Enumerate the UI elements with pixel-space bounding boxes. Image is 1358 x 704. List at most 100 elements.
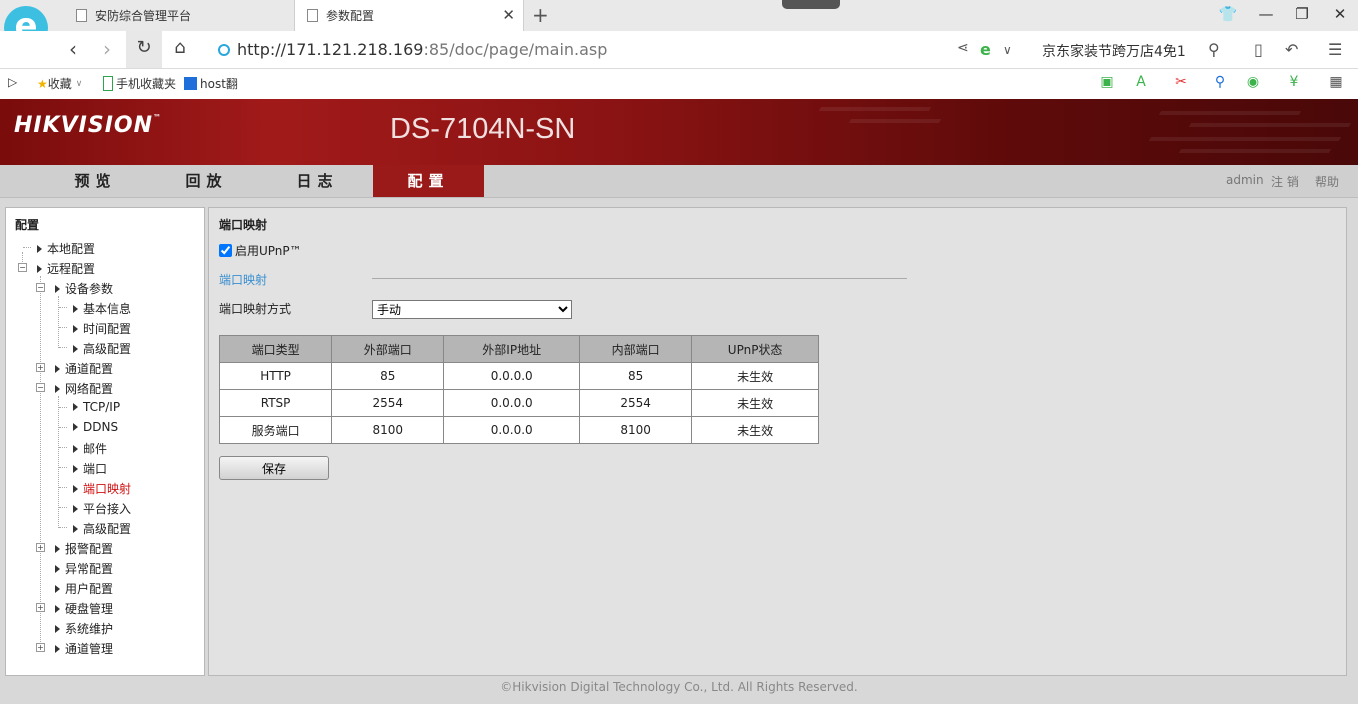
zoom-icon[interactable]: ⚲ xyxy=(1211,73,1229,91)
tree-node-local-config[interactable]: 本地配置 xyxy=(37,240,95,257)
expand-icon[interactable]: + xyxy=(36,543,45,552)
restore-icon[interactable]: ❐ xyxy=(1292,5,1312,23)
url-host: http://171.121.218.169 xyxy=(237,40,424,59)
forward-icon[interactable]: › xyxy=(95,37,119,61)
browser-tab-config[interactable]: 参数配置 ✕ xyxy=(294,0,524,31)
expand-icon[interactable]: + xyxy=(36,603,45,612)
cell-upnp-status: 未生效 xyxy=(691,389,819,417)
help-link[interactable]: 帮助 xyxy=(1315,173,1339,190)
col-port-type: 端口类型 xyxy=(218,335,333,363)
tree-node-basic-info[interactable]: 基本信息 xyxy=(73,300,131,317)
site-info-icon[interactable] xyxy=(218,43,230,56)
bookmark-label: host翻 xyxy=(200,77,238,91)
document-icon xyxy=(76,9,87,22)
reload-icon[interactable]: ↻ xyxy=(132,37,156,58)
bookmark-icon xyxy=(184,77,197,90)
tree-node-advanced-network[interactable]: 高级配置 xyxy=(73,520,131,537)
mapping-mode-select[interactable]: 手动 xyxy=(372,300,572,319)
tree-node-platform-access[interactable]: 平台接入 xyxy=(73,500,131,517)
sidebar-toggle-icon[interactable]: ▷ xyxy=(8,75,17,89)
window-handle xyxy=(782,0,840,9)
bookmark-host[interactable]: host翻 xyxy=(184,75,238,92)
reader-icon[interactable]: ▣ xyxy=(1098,73,1116,91)
close-tab-icon[interactable]: ✕ xyxy=(502,6,515,24)
table-row: HTTP 85 0.0.0.0 85 未生效 xyxy=(218,362,819,390)
tab-preview[interactable]: 预览 xyxy=(40,165,151,197)
bookmark-favorites[interactable]: ★ 收藏 ∨ xyxy=(37,75,82,92)
search-icon[interactable]: ⚲ xyxy=(1208,40,1220,59)
new-tab-icon[interactable]: + xyxy=(532,3,549,27)
close-window-icon[interactable]: ✕ xyxy=(1330,5,1350,23)
cell-upnp-status: 未生效 xyxy=(691,416,819,444)
tree-node-email[interactable]: 邮件 xyxy=(73,440,107,457)
cell-external-port[interactable]: 8100 xyxy=(331,416,445,444)
tree-node-user-config[interactable]: 用户配置 xyxy=(55,580,113,597)
bookmark-mobile[interactable]: 手机收藏夹 xyxy=(103,75,176,92)
collapse-icon[interactable]: − xyxy=(36,283,45,292)
tree-node-alarm-config[interactable]: 报警配置 xyxy=(55,540,113,557)
tree-node-system-maintenance[interactable]: 系统维护 xyxy=(55,620,113,637)
cell-upnp-status: 未生效 xyxy=(691,362,819,390)
share-icon[interactable]: ⋖ xyxy=(957,40,969,56)
chevron-down-icon[interactable]: ∨ xyxy=(1003,43,1012,57)
browser-tab-platform[interactable]: 安防综合管理平台 xyxy=(68,0,294,31)
cell-external-port[interactable]: 2554 xyxy=(331,389,445,417)
tree-node-device-params[interactable]: 设备参数 xyxy=(55,280,113,297)
url-path: :85/doc/page/main.asp xyxy=(423,40,608,59)
save-button[interactable]: 保存 xyxy=(219,456,329,480)
tree-title: 配置 xyxy=(15,218,40,232)
yuan-icon[interactable]: ¥ xyxy=(1285,73,1303,91)
tree-node-exception-config[interactable]: 异常配置 xyxy=(55,560,113,577)
translate-icon[interactable]: A xyxy=(1132,73,1150,91)
brand-text: HIKVISION xyxy=(14,113,154,138)
cell-external-ip: 0.0.0.0 xyxy=(443,416,581,444)
chevron-down-icon: ∨ xyxy=(75,78,83,89)
screenshot-icon[interactable]: ✂ xyxy=(1172,73,1190,91)
tree-node-remote-config[interactable]: 远程配置 xyxy=(37,260,95,277)
mapping-mode-label: 端口映射方式 xyxy=(219,302,292,316)
cell-port-type: HTTP xyxy=(218,362,333,390)
bookmark-label: 收藏 xyxy=(47,77,72,91)
cell-external-ip: 0.0.0.0 xyxy=(443,362,581,390)
tree-node-channel-management[interactable]: 通道管理 xyxy=(55,640,113,657)
tab-playback[interactable]: 回放 xyxy=(151,165,262,197)
apps-icon[interactable]: ▦ xyxy=(1327,73,1345,91)
back-icon[interactable]: ‹ xyxy=(61,37,85,61)
tree-node-port[interactable]: 端口 xyxy=(73,460,107,477)
search-input[interactable]: 京东家装节跨万店4免1 xyxy=(1042,41,1186,61)
tree-node-ddns[interactable]: DDNS xyxy=(73,420,118,434)
tree-node-channel-config[interactable]: 通道配置 xyxy=(55,360,113,377)
logout-link[interactable]: 注 销 xyxy=(1271,173,1299,190)
cell-external-port[interactable]: 85 xyxy=(331,362,445,390)
mobile-icon[interactable]: ▯ xyxy=(1254,40,1263,59)
page-title: 端口映射 xyxy=(219,218,268,232)
port-mapping-table: 端口类型 外部端口 外部IP地址 内部端口 UPnP状态 HTTP 85 0.0… xyxy=(218,335,819,444)
tree-node-advanced-device[interactable]: 高级配置 xyxy=(73,340,131,357)
collapse-icon[interactable]: − xyxy=(18,263,27,272)
ie-mode-icon[interactable]: e xyxy=(980,40,991,59)
expand-icon[interactable]: + xyxy=(36,363,45,372)
minimize-icon[interactable]: — xyxy=(1256,5,1276,23)
tree-node-disk-management[interactable]: 硬盘管理 xyxy=(55,600,113,617)
collapse-icon[interactable]: − xyxy=(36,383,45,392)
tree-node-tcpip[interactable]: TCP/IP xyxy=(73,400,120,414)
cell-external-ip: 0.0.0.0 xyxy=(443,389,581,417)
tree-node-port-mapping[interactable]: 端口映射 xyxy=(73,480,131,497)
upnp-label: 启用UPnP™ xyxy=(235,244,302,258)
upnp-toggle[interactable]: 启用UPnP™ xyxy=(219,242,302,259)
upnp-checkbox[interactable] xyxy=(219,244,232,257)
tree-node-network-config[interactable]: 网络配置 xyxy=(55,380,113,397)
phone-icon xyxy=(103,76,113,91)
game-icon[interactable]: ◉ xyxy=(1244,73,1262,91)
tree-node-time-config[interactable]: 时间配置 xyxy=(73,320,131,337)
home-icon[interactable]: ⌂ xyxy=(168,37,192,58)
tab-log[interactable]: 日志 xyxy=(262,165,373,197)
cell-internal-port: 2554 xyxy=(579,389,693,417)
tab-config[interactable]: 配置 xyxy=(373,165,484,197)
menu-icon[interactable]: ☰ xyxy=(1328,40,1342,59)
undo-icon[interactable]: ↶ xyxy=(1285,40,1298,59)
expand-icon[interactable]: + xyxy=(36,643,45,652)
skin-icon[interactable]: 👕 xyxy=(1218,5,1238,23)
table-row: 服务端口 8100 0.0.0.0 8100 未生效 xyxy=(218,416,819,444)
url-field[interactable]: http://171.121.218.169 :85/doc/page/main… xyxy=(218,40,607,59)
